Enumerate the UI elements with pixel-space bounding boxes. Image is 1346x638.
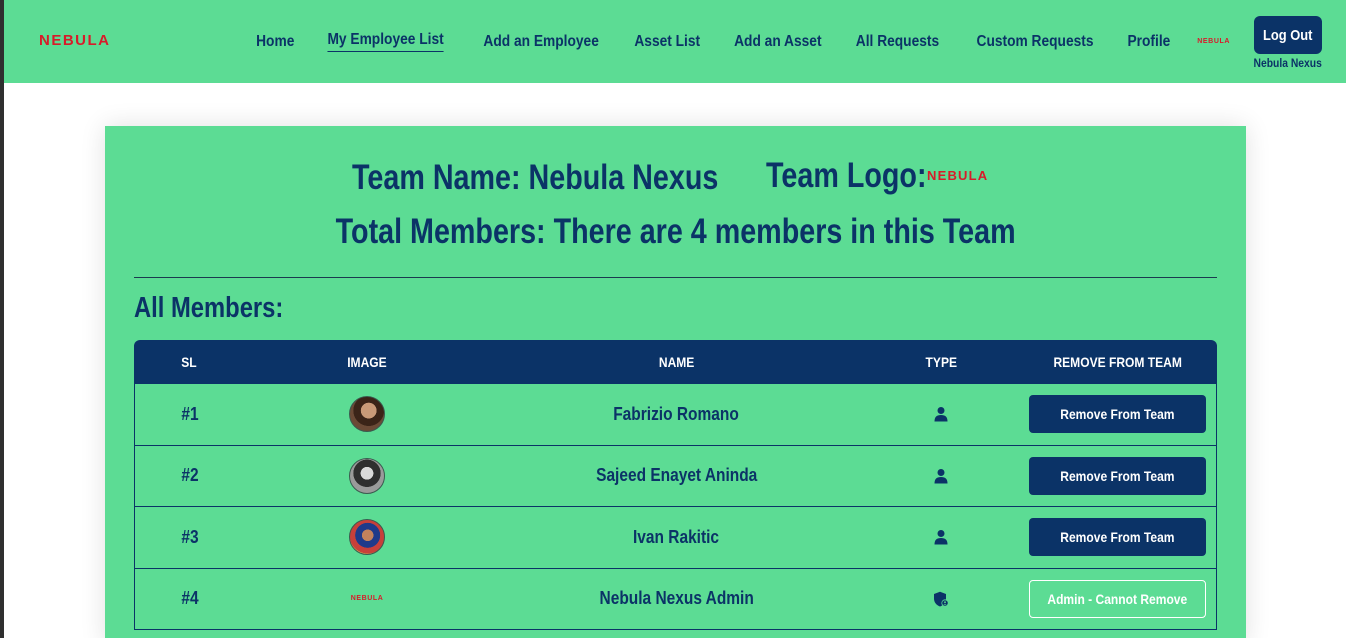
nav-profile[interactable]: Profile <box>1128 33 1171 51</box>
nav-all-requests[interactable]: All Requests <box>856 33 939 51</box>
table-row: #1 Fabrizio Romano Remove From Team <box>134 384 1217 446</box>
row-type <box>864 384 1019 445</box>
row-action: Remove From Team <box>1018 446 1216 507</box>
remove-from-team-button[interactable]: Remove From Team <box>1028 456 1206 495</box>
row-image <box>245 384 490 445</box>
admin-shield-icon <box>934 591 949 607</box>
row-type <box>864 446 1019 507</box>
header-type: TYPE <box>925 354 958 370</box>
header-sl: SL <box>181 354 197 370</box>
nav-add-asset[interactable]: Add an Asset <box>734 33 821 51</box>
members-table: SL IMAGE NAME TYPE REMOVE FROM TEAM #1 F… <box>134 340 1217 630</box>
remove-from-team-button[interactable]: Remove From Team <box>1028 395 1206 434</box>
user-icon <box>934 468 948 484</box>
nav-add-employee[interactable]: Add an Employee <box>484 33 599 51</box>
window-edge <box>0 0 4 638</box>
row-image <box>245 507 490 568</box>
header-remove: REMOVE FROM TEAM <box>1053 354 1183 370</box>
row-type <box>864 507 1019 568</box>
row-type <box>864 569 1019 630</box>
nav-custom-requests[interactable]: Custom Requests <box>977 33 1094 51</box>
row-sl: #1 <box>181 403 199 424</box>
logout-button[interactable]: Log Out <box>1254 16 1322 54</box>
table-row: #2 Sajeed Enayet Aninda Remove From Team <box>134 445 1217 507</box>
user-box: Log Out Nebula Nexus <box>1238 13 1338 70</box>
team-logo-heading: Team Logo: <box>766 156 927 195</box>
all-members-title: All Members: <box>134 292 284 324</box>
admin-cannot-remove-button[interactable]: Admin - Cannot Remove <box>1028 579 1206 618</box>
nav-asset-list[interactable]: Asset List <box>635 33 701 51</box>
total-members-text: Total Members: There are 4 members in th… <box>335 212 1016 251</box>
avatar <box>349 519 386 556</box>
row-action: Remove From Team <box>1018 507 1216 568</box>
divider <box>134 277 1217 278</box>
logout-label: Log Out <box>1263 26 1313 44</box>
header-image: IMAGE <box>346 354 387 370</box>
row-image: NEBULA <box>245 569 490 630</box>
team-logo-image: NEBULA <box>927 168 989 183</box>
remove-from-team-button[interactable]: Remove From Team <box>1028 518 1206 557</box>
row-sl: #3 <box>181 526 199 547</box>
row-sl: #4 <box>181 588 199 609</box>
header-name: NAME <box>658 354 695 370</box>
row-action: Admin - Cannot Remove <box>1018 569 1216 630</box>
top-navbar: NEBULA Home My Employee List Add an Empl… <box>4 0 1346 83</box>
row-name: Fabrizio Romano <box>613 403 740 424</box>
user-team-name: Nebula Nexus <box>1253 56 1323 70</box>
table-row: #4 NEBULA Nebula Nexus Admin Admin - Can… <box>134 568 1217 630</box>
table-row: #3 Ivan Rakitic Remove From Team <box>134 507 1217 569</box>
team-logo-thumbnail: NEBULA <box>350 595 384 603</box>
team-card: Team Name: Nebula Nexus Team Logo: NEBUL… <box>105 126 1246 638</box>
row-image <box>245 446 490 507</box>
user-icon <box>934 530 948 545</box>
avatar <box>349 396 386 433</box>
row-sl: #2 <box>181 465 199 486</box>
brand-logo[interactable]: NEBULA <box>39 32 111 49</box>
row-name: Ivan Rakitic <box>633 526 720 547</box>
row-name: Sajeed Enayet Aninda <box>595 465 758 486</box>
nav-my-employee-list[interactable]: My Employee List <box>327 31 444 52</box>
team-headline: Team Name: Nebula Nexus Team Logo: NEBUL… <box>105 156 1246 200</box>
row-name: Nebula Nexus Admin <box>599 588 754 609</box>
user-icon <box>934 407 948 422</box>
total-members-heading: Total Members: There are 4 members in th… <box>105 212 1246 252</box>
row-action: Remove From Team <box>1018 384 1216 445</box>
avatar <box>349 457 386 494</box>
table-header: SL IMAGE NAME TYPE REMOVE FROM TEAM <box>134 340 1217 384</box>
team-mini-logo: NEBULA <box>1197 38 1230 45</box>
main-nav: Home My Employee List Add an Employee As… <box>253 0 1346 83</box>
team-name-heading: Team Name: Nebula Nexus <box>352 158 719 197</box>
nav-home[interactable]: Home <box>256 33 294 51</box>
